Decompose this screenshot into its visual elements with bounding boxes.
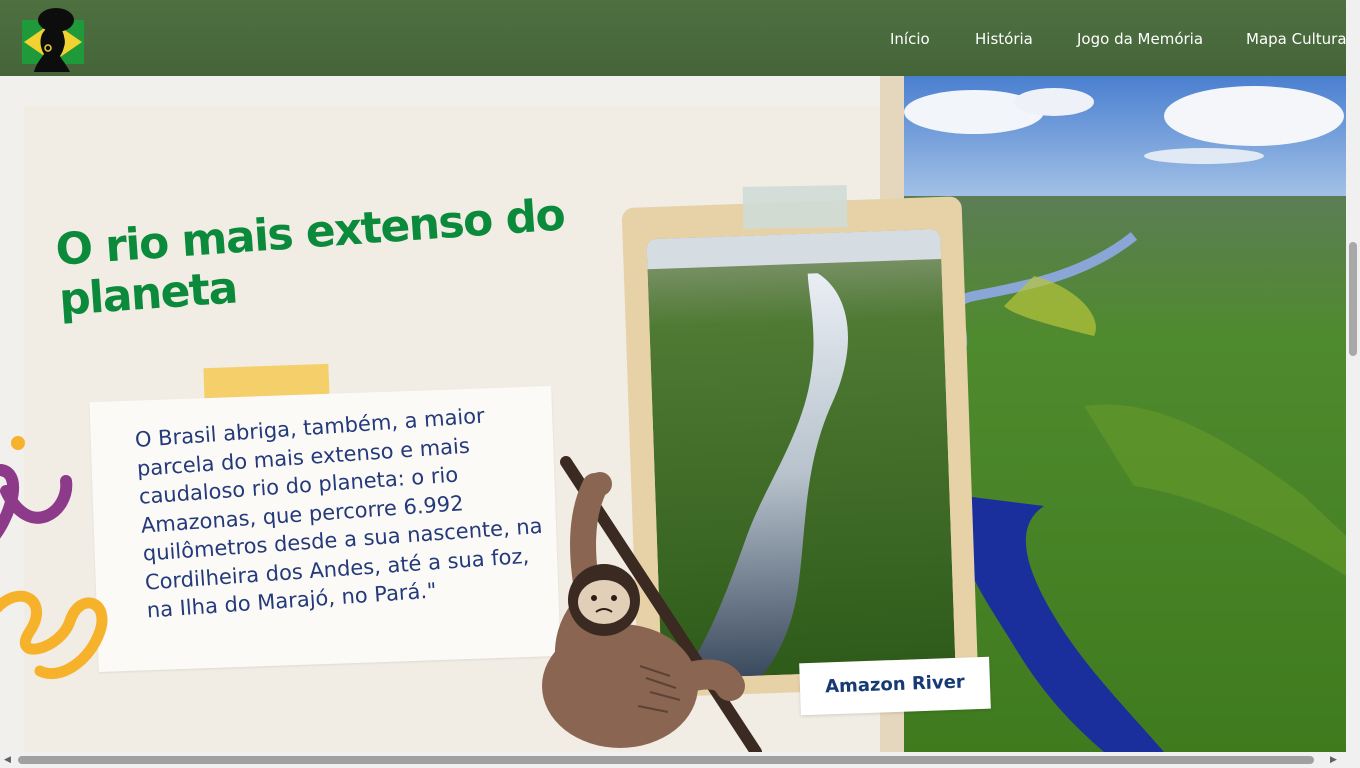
nav-inicio[interactable]: Início: [890, 30, 930, 48]
description-text: O Brasil abriga, também, a maior parcela…: [134, 403, 544, 623]
vertical-scroll-thumb[interactable]: [1349, 242, 1357, 356]
main-nav: Início História Jogo da Memória Mapa Cul…: [0, 30, 1351, 50]
nav-historia[interactable]: História: [975, 30, 1033, 48]
scroll-left-arrow-icon[interactable]: ◀: [4, 755, 11, 765]
hero-section: O rio mais extenso do planeta O Brasil a…: [0, 76, 1346, 752]
blue-tape: [742, 185, 848, 229]
scroll-right-arrow-icon[interactable]: ▶: [1330, 755, 1337, 765]
top-navbar: Início História Jogo da Memória Mapa Cul…: [0, 0, 1351, 76]
nav-mapa-cultural[interactable]: Mapa Cultural: [1246, 30, 1351, 48]
photo-caption: Amazon River: [824, 671, 966, 698]
doodle-decoration-icon: [0, 436, 108, 680]
nav-jogo-da-memoria[interactable]: Jogo da Memória: [1077, 30, 1203, 48]
horizontal-scroll-thumb[interactable]: [18, 756, 1314, 764]
photo-caption-card: Amazon River: [799, 656, 991, 716]
vertical-scrollbar[interactable]: [1346, 0, 1360, 752]
sloth-icon: [542, 456, 762, 752]
